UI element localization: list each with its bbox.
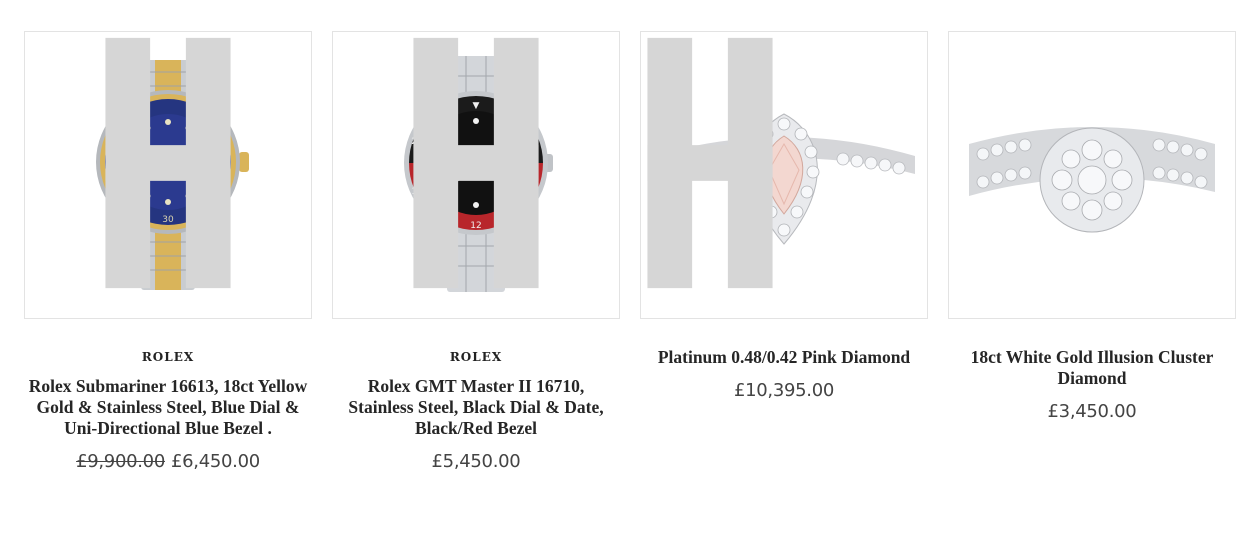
product-price: £10,395.00 bbox=[640, 380, 928, 401]
product-brand: ROLEX bbox=[449, 350, 503, 364]
product-grid: 5010 2040 30 ROLEX Rolex Submariner 1661… bbox=[24, 31, 1236, 472]
product-price-now: £3,450.00 bbox=[1047, 401, 1137, 422]
product-price: £3,450.00 bbox=[948, 401, 1236, 422]
product-price-now: £10,395.00 bbox=[733, 380, 835, 401]
product-price-now: £5,450.00 bbox=[431, 451, 521, 472]
product-brand: ROLEX bbox=[141, 350, 195, 364]
product-title[interactable]: 18ct White Gold Illusion Cluster Diamond bbox=[948, 347, 1236, 389]
watermark-logo-icon bbox=[413, 37, 539, 289]
product-price-now: £6,450.00 bbox=[171, 451, 260, 472]
watermark-logo-icon bbox=[105, 37, 231, 289]
product-image-gmt-master[interactable]: ▼22 220 168 12 bbox=[332, 31, 620, 319]
cluster-diamond-ring-icon bbox=[969, 127, 1215, 233]
product-card-submariner[interactable]: 5010 2040 30 ROLEX Rolex Submariner 1661… bbox=[24, 31, 312, 472]
product-price: £9,900.00 £6,450.00 bbox=[24, 451, 312, 472]
product-image-cluster-diamond[interactable] bbox=[948, 31, 1236, 319]
product-card-gmt-master[interactable]: ▼22 220 168 12 ROLEX Rolex GMT Master II… bbox=[332, 31, 620, 472]
product-title[interactable]: Rolex GMT Master II 16710, Stainless Ste… bbox=[332, 376, 620, 439]
product-title[interactable]: Rolex Submariner 16613, 18ct Yellow Gold… bbox=[24, 376, 312, 439]
product-card-pink-diamond[interactable]: Platinum 0.48/0.42 Pink Diamond £10,395.… bbox=[640, 31, 928, 472]
watermark-logo-icon bbox=[647, 37, 773, 289]
product-image-pink-diamond[interactable] bbox=[640, 31, 928, 319]
product-price-was: £9,900.00 bbox=[76, 451, 165, 472]
product-price: £5,450.00 bbox=[332, 451, 620, 472]
product-card-cluster-diamond[interactable]: 18ct White Gold Illusion Cluster Diamond… bbox=[948, 31, 1236, 472]
product-image-submariner[interactable]: 5010 2040 30 bbox=[24, 31, 312, 319]
product-title[interactable]: Platinum 0.48/0.42 Pink Diamond bbox=[640, 347, 928, 368]
